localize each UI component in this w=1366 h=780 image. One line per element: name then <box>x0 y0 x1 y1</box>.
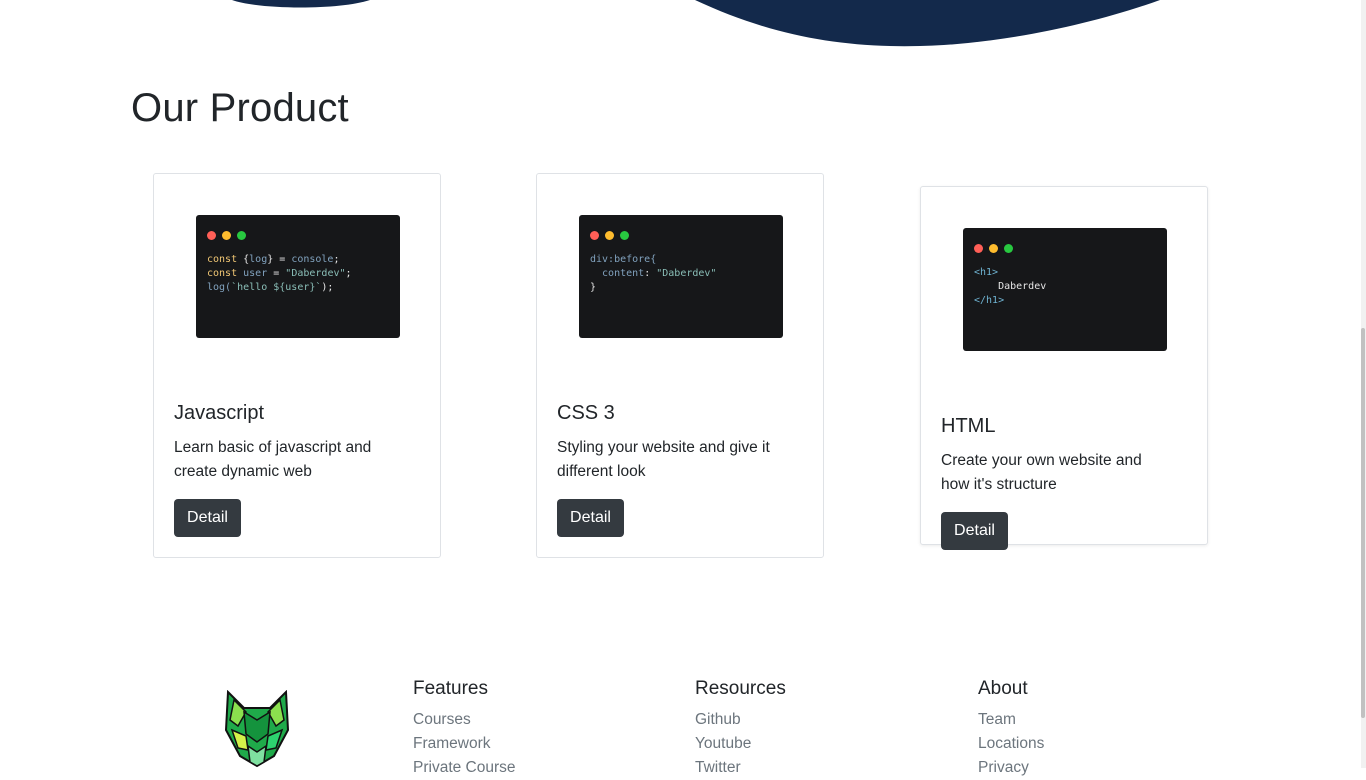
product-card-css: div:before{ content: "Daberdev" } CSS 3 … <box>536 173 824 558</box>
green-dot-icon <box>620 231 629 240</box>
green-dot-icon <box>237 231 246 240</box>
section-title: Our Product <box>131 86 349 130</box>
code-snippet: <h1> Daberdev </h1> <box>974 267 1047 306</box>
code-snippet: const {log} = console; const user = "Dab… <box>207 254 352 293</box>
detail-button-html[interactable]: Detail <box>941 512 1008 550</box>
footer-link-team[interactable]: Team <box>978 708 1044 732</box>
product-card-html: <h1> Daberdev </h1> HTML Create your own… <box>920 186 1208 550</box>
footer-link-locations[interactable]: Locations <box>978 732 1044 756</box>
card-description: Styling your website and give it differe… <box>557 439 770 480</box>
footer-link-github[interactable]: Github <box>695 708 786 732</box>
window-dots <box>974 240 1019 258</box>
footer-link-framework[interactable]: Framework <box>413 732 516 756</box>
yellow-dot-icon <box>222 231 231 240</box>
code-preview-image: <h1> Daberdev </h1> <box>963 228 1167 351</box>
footer-link-youtube[interactable]: Youtube <box>695 732 786 756</box>
footer-column-about: About Team Locations Privacy <box>978 678 1044 780</box>
card-title: HTML <box>941 415 996 437</box>
footer-heading: About <box>978 678 1028 699</box>
window-dots <box>590 227 635 245</box>
code-preview-image: div:before{ content: "Daberdev" } <box>579 215 783 338</box>
red-dot-icon <box>590 231 599 240</box>
cat-mask-logo-icon[interactable] <box>224 690 290 768</box>
window-dots <box>207 227 252 245</box>
scrollbar-thumb[interactable] <box>1361 328 1365 718</box>
card-description: Learn basic of javascript and create dyn… <box>174 439 372 480</box>
card-description: Create your own website and how it's str… <box>941 452 1142 493</box>
red-dot-icon <box>974 244 983 253</box>
footer-link-courses[interactable]: Courses <box>413 708 516 732</box>
detail-button-javascript[interactable]: Detail <box>174 499 241 537</box>
detail-button-css[interactable]: Detail <box>557 499 624 537</box>
code-preview-image: const {log} = console; const user = "Dab… <box>196 215 400 338</box>
footer-heading: Resources <box>695 678 786 699</box>
footer-link-private-course[interactable]: Private Course <box>413 756 516 780</box>
scrollbar-track[interactable] <box>1361 0 1366 768</box>
footer-heading: Features <box>413 678 488 699</box>
product-card-javascript: const {log} = console; const user = "Dab… <box>153 173 441 558</box>
card-title: Javascript <box>174 402 265 424</box>
green-dot-icon <box>1004 244 1013 253</box>
header-wave <box>232 0 1160 47</box>
yellow-dot-icon <box>989 244 998 253</box>
red-dot-icon <box>207 231 216 240</box>
footer-column-resources: Resources Github Youtube Twitter <box>695 678 786 780</box>
footer-link-privacy[interactable]: Privacy <box>978 756 1044 780</box>
footer-link-twitter[interactable]: Twitter <box>695 756 786 780</box>
code-snippet: div:before{ content: "Daberdev" } <box>590 254 717 293</box>
yellow-dot-icon <box>605 231 614 240</box>
footer-column-features: Features Courses Framework Private Cours… <box>413 678 516 780</box>
card-title: CSS 3 <box>557 402 615 424</box>
